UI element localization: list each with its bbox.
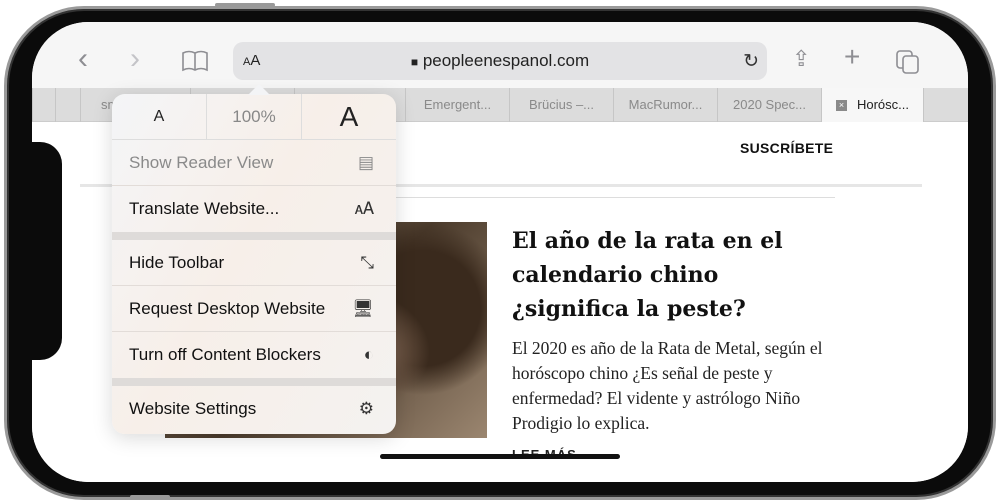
menu-separator: [112, 378, 396, 386]
subscribe-link[interactable]: SUSCRÍBETE: [740, 140, 833, 156]
new-tab-button[interactable]: +: [844, 43, 860, 71]
page-settings-menu: A 100% A Show Reader View ▤ Translate Web…: [112, 94, 396, 434]
menu-separator: [112, 232, 396, 240]
side-button: [130, 495, 170, 499]
resize-arrows-icon: ⤡: [360, 253, 374, 272]
article-headline[interactable]: El año de la rata en el calendario chino…: [512, 224, 842, 326]
desktop-icon: 🖥: [352, 299, 374, 318]
increase-font-button[interactable]: A: [302, 94, 396, 139]
popover-arrow: [248, 84, 270, 95]
shield-icon: ◐: [363, 345, 374, 364]
tab[interactable]: [32, 88, 55, 122]
tab[interactable]: Emergent...: [405, 88, 509, 122]
book-icon[interactable]: [182, 50, 208, 76]
menu-item-hide-toolbar[interactable]: Hide Toolbar ⤡: [112, 240, 396, 286]
home-indicator[interactable]: [380, 454, 620, 459]
notch: [32, 142, 62, 360]
tab[interactable]: MacRumor...: [613, 88, 717, 122]
tab[interactable]: 2020 Spec...: [717, 88, 821, 122]
safari-toolbar: ‹ › AA ■ peopleenespanol.com ↻ ⇪ +: [32, 22, 968, 88]
address-bar[interactable]: AA ■ peopleenespanol.com ↻: [233, 42, 767, 80]
gear-icon: ⚙: [358, 399, 374, 418]
forward-button[interactable]: ›: [130, 44, 140, 74]
divider: [395, 197, 835, 198]
decrease-font-button[interactable]: A: [112, 94, 207, 139]
tab-active[interactable]: × Horósc...: [821, 88, 923, 122]
volume-button: [215, 3, 275, 7]
tabs-overview-icon[interactable]: [896, 50, 920, 78]
article-summary: El 2020 es año de la Rata de Metal, segú…: [512, 338, 823, 433]
close-tab-icon[interactable]: ×: [835, 100, 847, 112]
menu-item-content-blockers[interactable]: Turn off Content Blockers ◐: [112, 332, 396, 378]
back-button[interactable]: ‹: [78, 44, 88, 74]
tab[interactable]: Brücius –...: [509, 88, 613, 122]
share-icon[interactable]: ⇪: [792, 48, 810, 70]
url-text: peopleenespanol.com: [422, 51, 590, 70]
menu-item-website-settings[interactable]: Website Settings ⚙: [112, 386, 396, 432]
menu-item-show-reader-view[interactable]: Show Reader View ▤: [112, 140, 396, 186]
menu-item-translate-website[interactable]: Translate Website... 🗚: [112, 186, 396, 232]
reader-icon: ▤: [357, 153, 374, 172]
tab[interactable]: [55, 88, 80, 122]
translate-icon: 🗚: [354, 199, 374, 218]
reload-icon[interactable]: ↻: [743, 50, 759, 73]
tab-bar-empty: [923, 88, 968, 122]
lock-icon: ■: [410, 55, 419, 69]
menu-item-request-desktop-website[interactable]: Request Desktop Website 🖥: [112, 286, 396, 332]
zoom-level: 100%: [207, 94, 302, 139]
